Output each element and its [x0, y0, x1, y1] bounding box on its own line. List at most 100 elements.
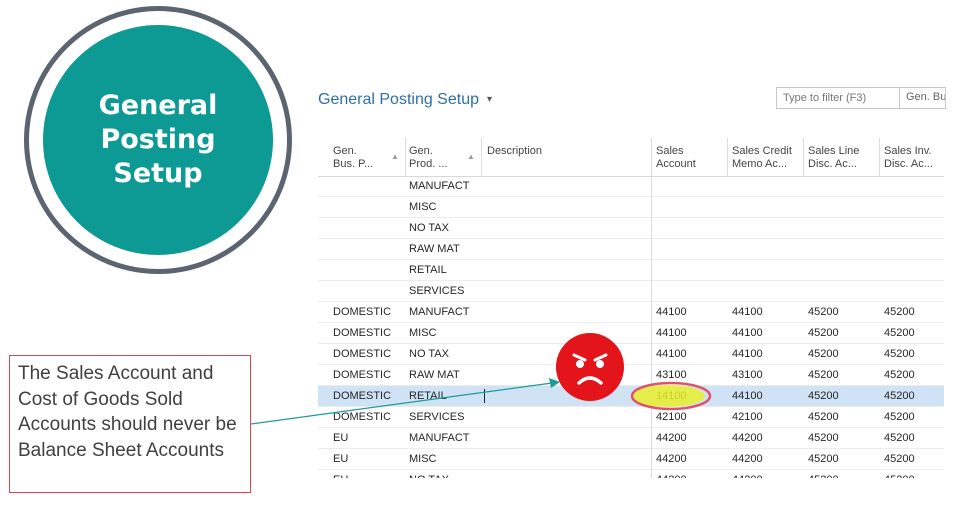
table-row[interactable]: EU NO TAX 44200 44200 45200 45200	[318, 470, 944, 478]
col-gen-bus-posting-group-cell[interactable]: DOMESTIC	[333, 348, 391, 360]
col-gen-prod-posting-group-cell[interactable]: MISC	[409, 327, 437, 339]
col-sales-inv-disc-account-cell[interactable]: 45200	[884, 411, 915, 423]
col-sales-account-cell[interactable]: 14100	[656, 390, 687, 402]
col-gen-prod-posting-group-cell[interactable]: RAW MAT	[409, 369, 460, 381]
col-sales-account-cell[interactable]: 44100	[656, 327, 687, 339]
col-sales-credit-memo-account-cell[interactable]: 44200	[732, 432, 763, 444]
col-gen-bus-posting-group-cell[interactable]: DOMESTIC	[333, 369, 391, 381]
table-row[interactable]: EU MISC 44200 44200 45200 45200	[318, 449, 944, 470]
col-gen-bus-posting-group-cell[interactable]: EU	[333, 474, 348, 478]
table-row[interactable]: RETAIL	[318, 260, 944, 281]
col-gen-prod-posting-group-cell[interactable]: NO TAX	[409, 222, 449, 234]
col-sales-line-disc-account-cell[interactable]: 45200	[808, 474, 839, 478]
header-line: Gen.	[409, 145, 433, 157]
column-divider[interactable]	[481, 138, 482, 176]
col-sales-credit-memo-account-cell[interactable]: 44100	[732, 306, 763, 318]
col-gen-bus-posting-group-cell[interactable]: EU	[333, 453, 348, 465]
col-sales-inv-disc-account-cell[interactable]: 45200	[884, 474, 915, 478]
col-gen-prod-posting-group-cell[interactable]: MISC	[409, 201, 437, 213]
col-sales-line-disc-account-cell[interactable]: 45200	[808, 453, 839, 465]
col-gen-prod-posting-group-cell[interactable]: MISC	[409, 453, 437, 465]
col-sales-inv-disc-account-cell[interactable]: 45200	[884, 369, 915, 381]
col-gen-bus-posting-group-cell[interactable]: DOMESTIC	[333, 306, 391, 318]
col-sales-credit-memo-account-cell[interactable]: 43100	[732, 369, 763, 381]
col-gen-bus-posting-group-cell[interactable]: EU	[333, 432, 348, 444]
col-gen-prod-posting-group-cell[interactable]: SERVICES	[409, 411, 464, 423]
col-gen-prod-posting-group-cell[interactable]: RAW MAT	[409, 243, 460, 255]
filter-field-selector[interactable]: Gen. Bus. P	[900, 88, 945, 108]
col-sales-credit-memo-account-header[interactable]: Sales Credit Memo Ac...	[732, 145, 792, 171]
col-gen-bus-posting-group-cell[interactable]: DOMESTIC	[333, 411, 391, 423]
col-sales-line-disc-account-cell[interactable]: 45200	[808, 432, 839, 444]
col-gen-bus-posting-group-cell[interactable]: DOMESTIC	[333, 390, 391, 402]
table-row[interactable]: DOMESTIC RETAIL 14100 44100 45200 45200	[318, 386, 944, 407]
header-line: Bus. P...	[333, 158, 374, 170]
page-title-menu[interactable]: General Posting Setup ▾	[318, 91, 492, 109]
col-sales-credit-memo-account-cell[interactable]: 44100	[732, 390, 763, 402]
col-gen-prod-posting-group-cell[interactable]: NO TAX	[409, 474, 449, 478]
col-sales-inv-disc-account-cell[interactable]: 45200	[884, 390, 915, 402]
col-sales-inv-disc-account-cell[interactable]: 45200	[884, 327, 915, 339]
table-row[interactable]: MISC	[318, 197, 944, 218]
col-gen-prod-posting-group-cell[interactable]: MANUFACT	[409, 432, 470, 444]
table-row[interactable]: EU MANUFACT 44200 44200 45200 45200	[318, 428, 944, 449]
col-gen-prod-posting-group-cell[interactable]: RETAIL	[409, 390, 447, 402]
col-sales-inv-disc-account-cell[interactable]: 45200	[884, 348, 915, 360]
col-sales-line-disc-account-cell[interactable]: 45200	[808, 390, 839, 402]
table-row[interactable]: DOMESTIC MANUFACT 44100 44100 45200 45200	[318, 302, 944, 323]
col-sales-line-disc-account-cell[interactable]: 45200	[808, 411, 839, 423]
col-sales-line-disc-account-header[interactable]: Sales Line Disc. Ac...	[808, 145, 859, 171]
col-sales-account-header[interactable]: Sales Account	[656, 145, 696, 171]
col-sales-account-cell[interactable]: 42100	[656, 411, 687, 423]
col-gen-prod-posting-group-cell[interactable]: MANUFACT	[409, 180, 470, 192]
col-sales-account-cell[interactable]: 44100	[656, 348, 687, 360]
table-row[interactable]: DOMESTIC RAW MAT 43100 43100 45200 45200	[318, 365, 944, 386]
col-gen-bus-posting-group-cell[interactable]: DOMESTIC	[333, 327, 391, 339]
table-row[interactable]: DOMESTIC MISC 44100 44100 45200 45200	[318, 323, 944, 344]
col-sales-credit-memo-account-cell[interactable]: 44200	[732, 453, 763, 465]
header-line: Disc. Ac...	[884, 158, 933, 170]
col-gen-prod-posting-group-header[interactable]: Gen. Prod. ...	[409, 145, 448, 171]
col-gen-prod-posting-group-cell[interactable]: RETAIL	[409, 264, 447, 276]
table-row[interactable]: NO TAX	[318, 218, 944, 239]
table-row[interactable]: DOMESTIC SERVICES 42100 42100 45200 45200	[318, 407, 944, 428]
col-gen-prod-posting-group-cell[interactable]: SERVICES	[409, 285, 464, 297]
filter-input[interactable]	[777, 88, 900, 108]
col-sales-account-cell[interactable]: 44100	[656, 306, 687, 318]
col-gen-prod-posting-group-cell[interactable]: NO TAX	[409, 348, 449, 360]
col-sales-line-disc-account-cell[interactable]: 45200	[808, 327, 839, 339]
column-divider[interactable]	[727, 138, 728, 176]
column-divider[interactable]	[803, 138, 804, 176]
col-sales-account-cell[interactable]: 44200	[656, 474, 687, 478]
header-line: Sales Line	[808, 145, 860, 157]
col-sales-inv-disc-account-cell[interactable]: 45200	[884, 306, 915, 318]
col-description-header[interactable]: Description	[487, 145, 542, 158]
col-gen-bus-posting-group-header[interactable]: Gen. Bus. P...	[333, 145, 373, 171]
col-sales-credit-memo-account-cell[interactable]: 44100	[732, 348, 763, 360]
sort-ascending-icon[interactable]: ▲	[391, 152, 399, 161]
col-sales-credit-memo-account-cell[interactable]: 44200	[732, 474, 763, 478]
table-row[interactable]: SERVICES	[318, 281, 944, 302]
table-row[interactable]: DOMESTIC NO TAX 44100 44100 45200 45200	[318, 344, 944, 365]
chevron-down-icon[interactable]: ▾	[487, 94, 492, 105]
col-sales-account-cell[interactable]: 44200	[656, 453, 687, 465]
col-sales-inv-disc-account-cell[interactable]: 45200	[884, 432, 915, 444]
col-sales-account-cell[interactable]: 44200	[656, 432, 687, 444]
column-divider[interactable]	[405, 138, 406, 176]
col-gen-prod-posting-group-cell[interactable]: MANUFACT	[409, 306, 470, 318]
col-sales-credit-memo-account-cell[interactable]: 44100	[732, 327, 763, 339]
sort-ascending-icon[interactable]: ▲	[467, 152, 475, 161]
col-sales-line-disc-account-cell[interactable]: 45200	[808, 306, 839, 318]
table-row[interactable]: MANUFACT	[318, 176, 944, 197]
col-sales-inv-disc-account-header[interactable]: Sales Inv. Disc. Ac...	[884, 145, 933, 171]
col-sales-line-disc-account-cell[interactable]: 45200	[808, 348, 839, 360]
badge-title: General Posting Setup	[68, 89, 248, 191]
header-line: Description	[487, 145, 543, 157]
table-row[interactable]: RAW MAT	[318, 239, 944, 260]
col-sales-credit-memo-account-cell[interactable]: 42100	[732, 411, 763, 423]
col-sales-inv-disc-account-cell[interactable]: 45200	[884, 453, 915, 465]
column-divider[interactable]	[651, 138, 652, 478]
column-divider[interactable]	[879, 138, 880, 176]
col-sales-account-cell[interactable]: 43100	[656, 369, 687, 381]
col-sales-line-disc-account-cell[interactable]: 45200	[808, 369, 839, 381]
